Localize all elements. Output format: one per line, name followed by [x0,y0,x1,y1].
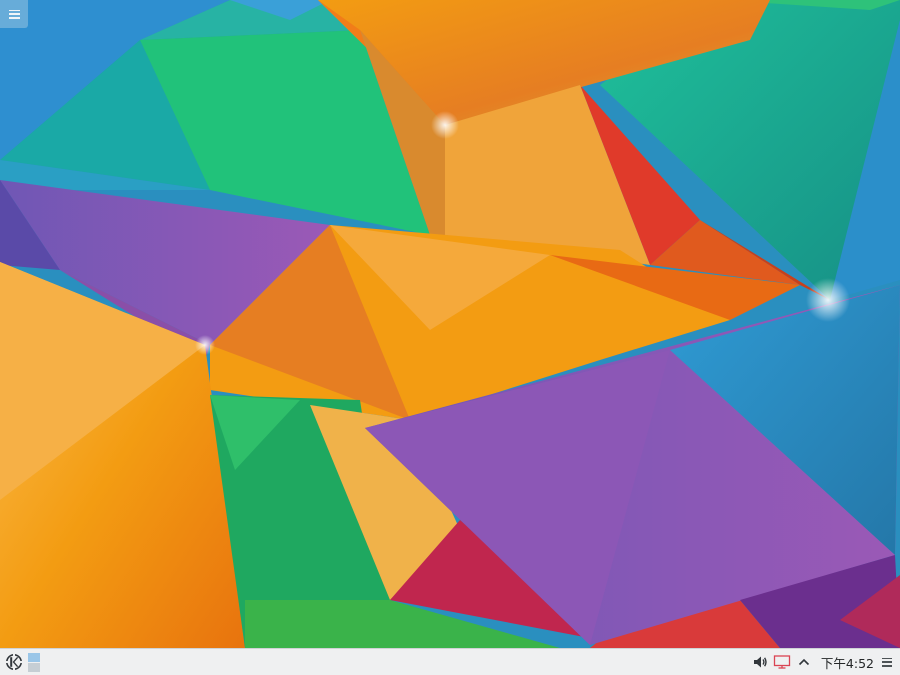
system-tray: 下午4:52 [749,649,900,675]
virtual-desktop-pager[interactable] [28,652,40,672]
pager-desktop-2[interactable] [28,662,40,672]
tray-expand-button[interactable] [793,651,815,673]
desktop-wallpaper [0,0,900,648]
desktop[interactable] [0,0,900,648]
kde-logo-icon [5,653,23,671]
display-settings-button[interactable] [771,651,793,673]
pager-desktop-1[interactable] [28,652,40,662]
panel-toolbox-button[interactable] [880,651,894,673]
display-icon [773,655,791,669]
application-launcher-button[interactable] [1,649,27,675]
digital-clock[interactable]: 下午4:52 [821,653,874,672]
hamburger-menu-icon [882,657,892,667]
task-manager[interactable] [40,649,749,675]
desktop-toolbox-button[interactable] [0,0,28,28]
taskbar-panel: 下午4:52 [0,648,900,675]
volume-button[interactable] [749,651,771,673]
volume-icon [753,656,767,668]
chevron-up-icon [798,658,809,666]
hamburger-menu-icon [8,9,20,19]
